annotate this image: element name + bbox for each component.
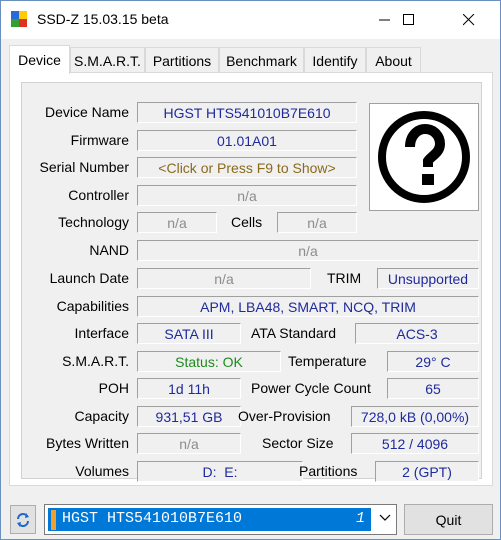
device-panel: Device Name HGST HTS541010B7E610 Firmwar…: [9, 72, 493, 486]
launch-date-label: Launch Date: [49, 270, 129, 286]
ata-standard-label: ATA Standard: [251, 325, 337, 341]
refresh-icon: [17, 512, 29, 527]
tab-benchmark[interactable]: Benchmark: [219, 47, 304, 73]
close-icon: [463, 14, 475, 26]
trim-field: Unsupported: [377, 268, 479, 289]
firmware-label: Firmware: [70, 132, 129, 148]
tab-smart[interactable]: S.M.A.R.T.: [70, 47, 145, 73]
serial-number-field[interactable]: <Click or Press F9 to Show>: [137, 157, 357, 178]
technology-field: n/a: [137, 212, 217, 233]
interface-label: Interface: [74, 325, 129, 341]
smart-status-field: Status: OK: [137, 351, 281, 372]
bytes-written-label: Bytes Written: [46, 435, 129, 451]
tab-device[interactable]: Device: [9, 45, 70, 74]
controller-field: n/a: [137, 185, 357, 206]
sector-size-field: 512 / 4096: [351, 433, 479, 454]
launch-date-field: n/a: [137, 268, 311, 289]
partitions-label: Partitions: [299, 463, 358, 479]
device-name-field: HGST HTS541010B7E610: [137, 102, 357, 123]
device-image: [369, 103, 479, 211]
cells-field: n/a: [277, 212, 357, 233]
chevron-down-icon: [379, 514, 391, 521]
close-button[interactable]: [446, 1, 492, 39]
cells-label: Cells: [231, 214, 263, 230]
app-window: SSD-Z 15.03.15 beta Device S.M.A.R.T. Pa…: [0, 0, 501, 540]
maximize-icon: [403, 14, 414, 25]
refresh-button[interactable]: [10, 505, 36, 534]
tab-about[interactable]: About: [366, 47, 421, 73]
window-title: SSD-Z 15.03.15 beta: [37, 11, 169, 27]
over-provision-field: 728,0 kB (0,00%): [351, 406, 479, 427]
serial-number-label: Serial Number: [39, 159, 129, 175]
drive-selected-number: 1: [355, 510, 365, 527]
controller-label: Controller: [68, 187, 129, 203]
drive-select-selection: HGST HTS541010B7E610 1: [48, 508, 371, 531]
volumes-field: D: E:: [137, 461, 303, 482]
nand-field: n/a: [137, 240, 479, 261]
quit-button[interactable]: Quit: [404, 504, 493, 535]
sector-size-label: Sector Size: [262, 435, 334, 451]
bytes-written-field: n/a: [137, 433, 241, 454]
interface-field: SATA III: [137, 323, 241, 344]
tab-bar: Device S.M.A.R.T. Partitions Benchmark I…: [9, 45, 493, 74]
capacity-field: 931,51 GB: [137, 406, 241, 427]
trim-label: TRIM: [327, 270, 362, 286]
title-bar: SSD-Z 15.03.15 beta: [1, 1, 500, 39]
question-mark-icon: [378, 111, 470, 203]
technology-label: Technology: [58, 214, 129, 230]
tab-partitions[interactable]: Partitions: [145, 47, 219, 73]
partitions-field: 2 (GPT): [375, 461, 479, 482]
firmware-field: 01.01A01: [137, 130, 357, 151]
capabilities-label: Capabilities: [56, 298, 129, 314]
device-name-label: Device Name: [44, 104, 129, 120]
power-cycle-count-label: Power Cycle Count: [251, 380, 371, 396]
tab-identify[interactable]: Identify: [304, 47, 366, 73]
app-icon: [11, 11, 27, 27]
drive-select[interactable]: HGST HTS541010B7E610 1: [44, 504, 397, 535]
drive-color-tag: [51, 510, 56, 530]
drive-selected-name: HGST HTS541010B7E610: [62, 510, 243, 527]
maximize-button[interactable]: [386, 1, 432, 39]
volumes-label: Volumes: [75, 463, 129, 479]
smart-label: S.M.A.R.T.: [62, 353, 129, 369]
poh-label: POH: [98, 380, 129, 396]
capacity-label: Capacity: [74, 408, 129, 424]
ata-standard-field: ACS-3: [355, 323, 479, 344]
device-info-group: Device Name HGST HTS541010B7E610 Firmwar…: [21, 82, 482, 482]
nand-label: NAND: [89, 242, 129, 258]
over-provision-label: Over-Provision: [238, 408, 331, 424]
power-cycle-count-field: 65: [387, 378, 479, 399]
temperature-field: 29° C: [387, 351, 479, 372]
poh-field: 1d 11h: [137, 378, 241, 399]
capabilities-field: APM, LBA48, SMART, NCQ, TRIM: [137, 296, 479, 317]
temperature-label: Temperature: [288, 353, 367, 369]
